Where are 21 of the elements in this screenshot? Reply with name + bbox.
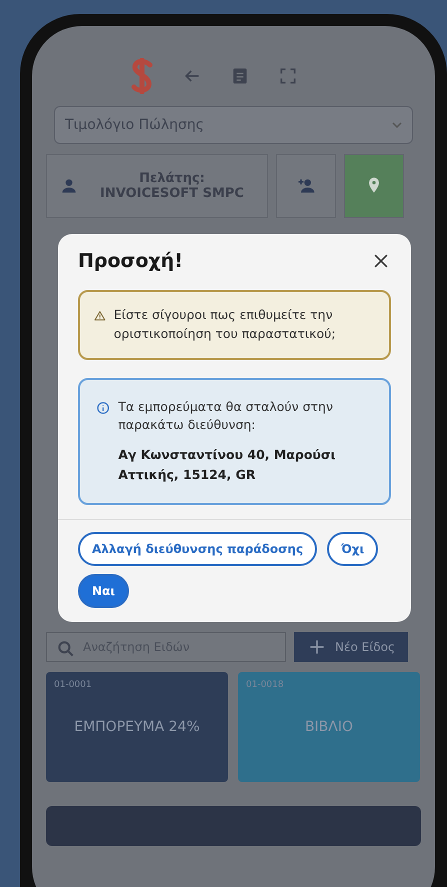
dialog-button[interactable]: Όχι (327, 532, 378, 566)
item-tile[interactable]: 01-0018 ΒΙΒΛΙΟ (238, 672, 420, 782)
warning-text: Είστε σίγουροι πως επιθυμείτε την οριστικοποίηση του παραστατικού; (114, 306, 337, 343)
dialog-button[interactable]: Αλλαγή διεύθυνσης παράδοσης (78, 532, 318, 566)
new-item-button[interactable]: Νέο Είδος (294, 632, 408, 662)
confirm-button[interactable]: Ναι (78, 574, 129, 608)
location-button[interactable] (344, 154, 404, 218)
info-text: Τα εμπορεύματα θα σταλούν στην παρακάτω διεύθυνση: (118, 398, 334, 434)
item-tile[interactable]: 01-0001 ΕΜΠΟΡΕΥΜΑ 24% (46, 672, 228, 782)
document-type-select[interactable]: Τιμολόγιο Πώλησης (54, 106, 413, 144)
item-code: 01-0001 (54, 680, 92, 690)
item-code: 01-0018 (246, 680, 284, 690)
customer-button[interactable]: Πελάτης: INVOICESOFT SMPC (46, 154, 268, 218)
chevron-down-icon (392, 122, 402, 128)
dialog-title: Προσοχή! (78, 250, 183, 272)
fullscreen-icon (278, 66, 298, 86)
search-icon (56, 639, 76, 659)
logo-icon (130, 58, 154, 94)
delivery-address: Αγ Κωνσταντίνου 40, Μαρούσι Αττικής, 15124, GR (118, 446, 336, 484)
fullscreen-button[interactable] (278, 66, 298, 86)
add-customer-button[interactable] (276, 154, 336, 218)
